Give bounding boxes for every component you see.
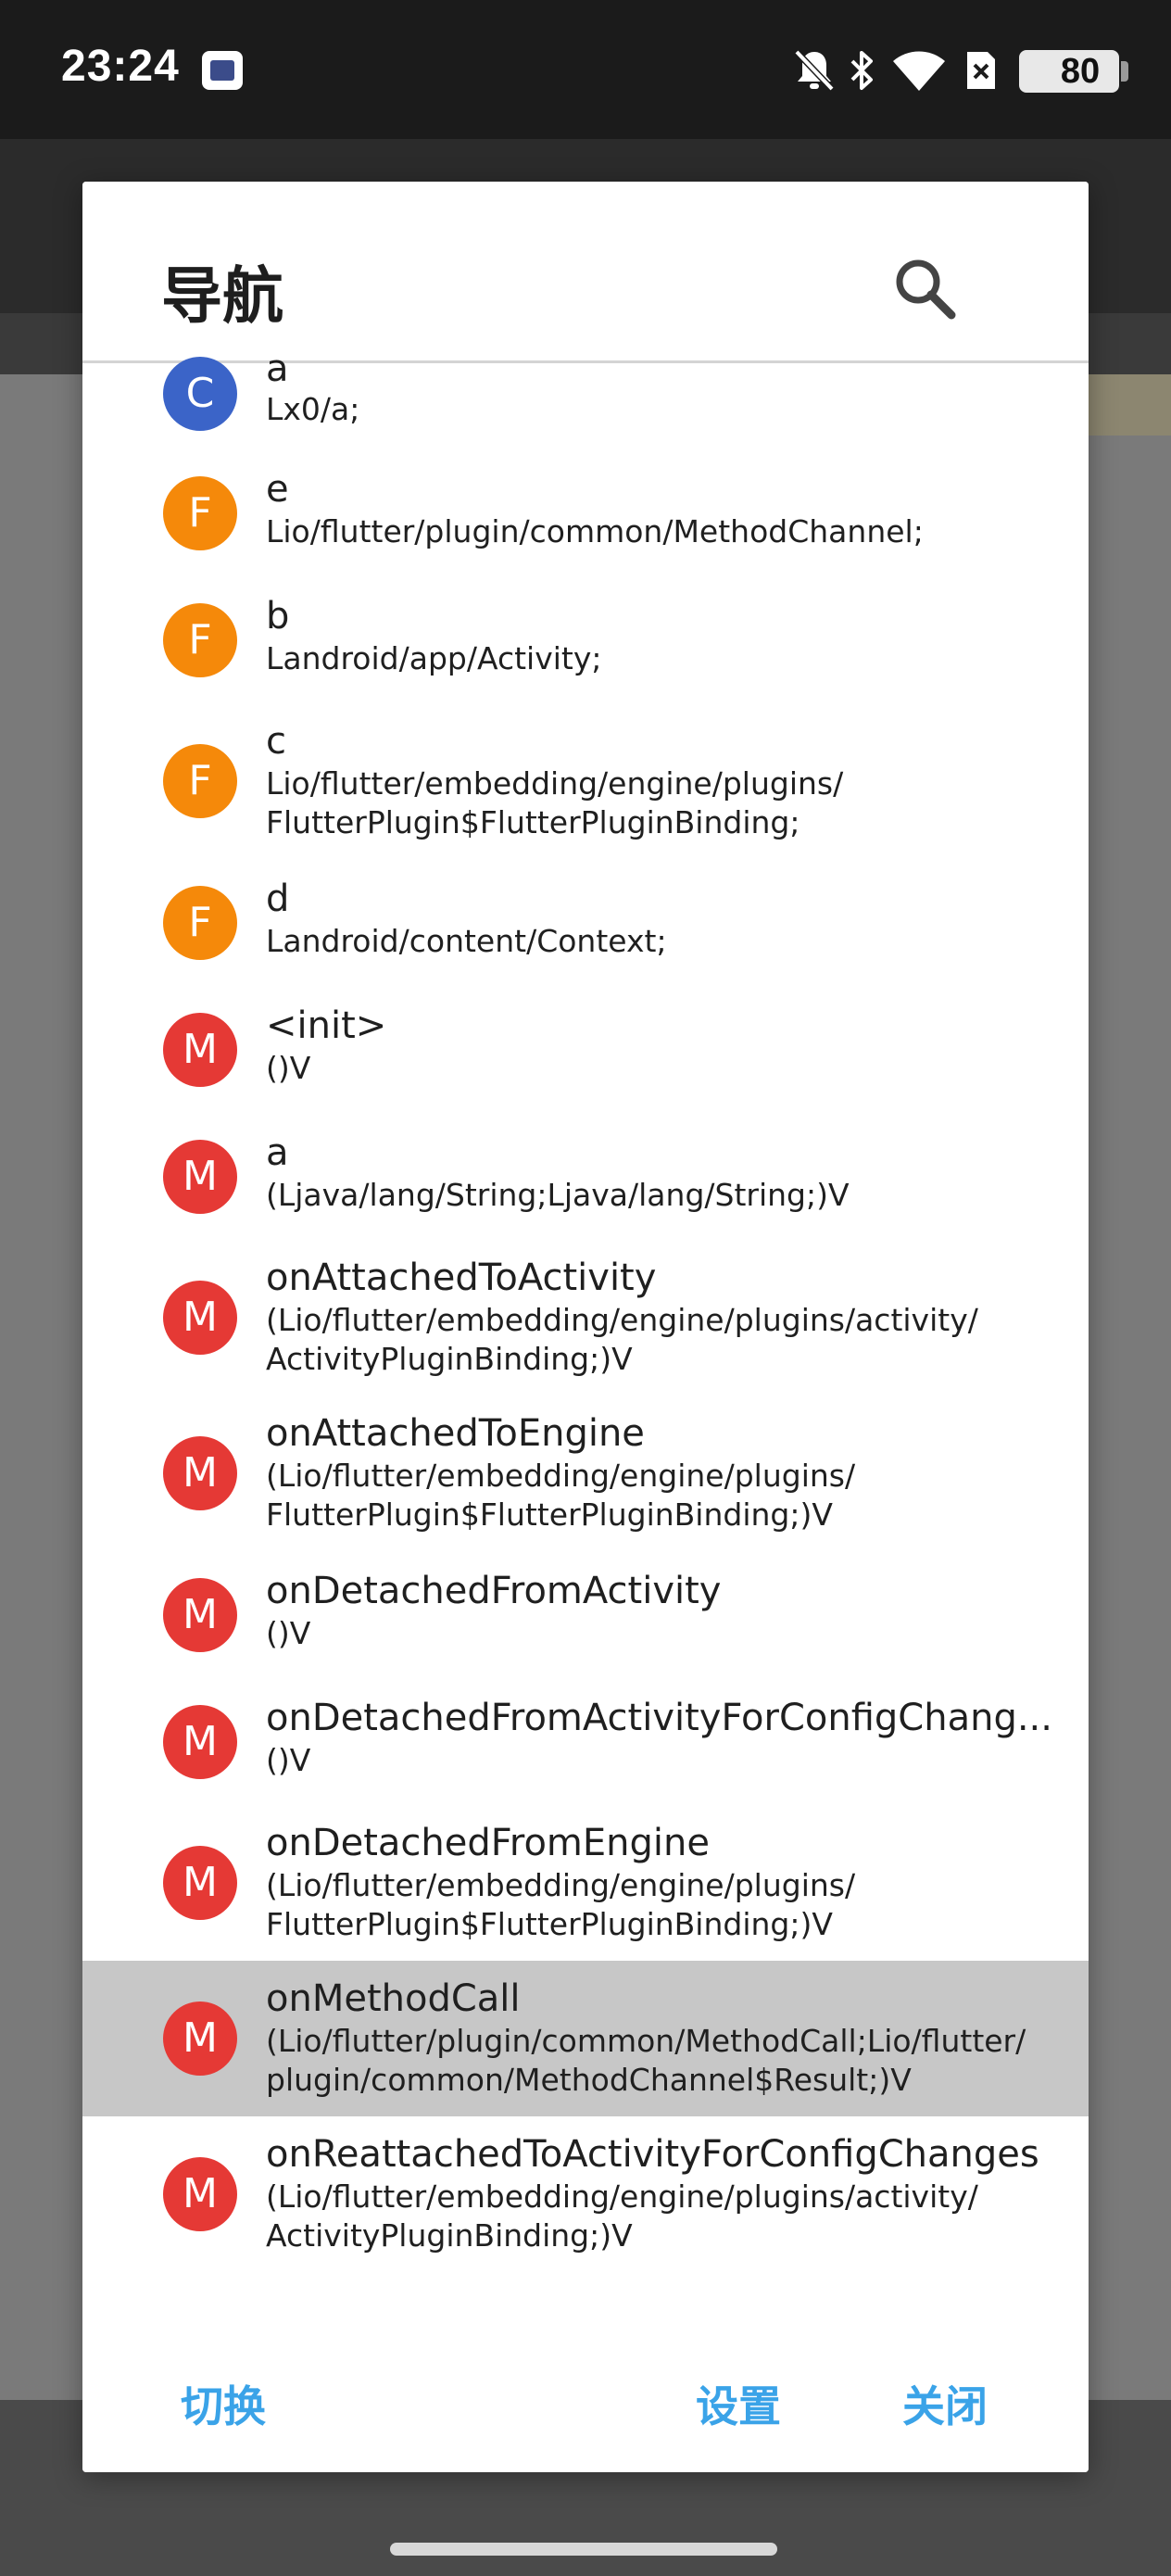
home-indicator[interactable] bbox=[390, 2543, 777, 2556]
item-signature: (Lio/flutter/embedding/engine/plugins/ F… bbox=[266, 1458, 856, 1533]
nav-item[interactable]: Fd Landroid/content/Context; bbox=[82, 859, 1089, 986]
battery-indicator: 80 bbox=[1019, 50, 1128, 93]
nav-item[interactable]: Fe Lio/flutter/plugin/common/MethodChanne… bbox=[82, 449, 1089, 576]
member-kind-m-icon: M bbox=[163, 1281, 237, 1355]
item-signature: (Lio/flutter/plugin/common/MethodCall;Li… bbox=[266, 2023, 1026, 2098]
item-name: <init> bbox=[266, 1004, 387, 1047]
member-kind-m-icon: M bbox=[163, 2157, 237, 2231]
sim-off-icon bbox=[967, 52, 995, 89]
nav-item[interactable]: MonAttachedToEngine (Lio/flutter/embeddin… bbox=[82, 1395, 1089, 1551]
nav-item[interactable]: Fb Landroid/app/Activity; bbox=[82, 576, 1089, 703]
nav-item[interactable]: Ma (Ljava/lang/String;Ljava/lang/String;)… bbox=[82, 1113, 1089, 1240]
item-name: c bbox=[266, 720, 286, 763]
item-signature: Landroid/content/Context; bbox=[266, 923, 667, 959]
navigation-dialog: 导航 Ca Lx0/a; Fe Lio/flutter/plugin/common/M… bbox=[82, 182, 1089, 2472]
nav-item[interactable]: MonDetachedFromActivity ()V bbox=[82, 1551, 1089, 1678]
status-bar: 23:24 80 bbox=[0, 0, 1171, 139]
member-kind-m-icon: M bbox=[163, 1846, 237, 1920]
item-signature: (Lio/flutter/embedding/engine/plugins/ac… bbox=[266, 2178, 978, 2254]
item-name: onDetachedFromActivityForConfigChang... bbox=[266, 1697, 1052, 1739]
item-name: onDetachedFromEngine bbox=[266, 1822, 710, 1864]
item-signature: ()V bbox=[266, 1615, 311, 1651]
member-kind-m-icon: M bbox=[163, 1578, 237, 1652]
mt-app-icon bbox=[202, 51, 243, 90]
member-kind-f-icon: F bbox=[163, 603, 237, 677]
member-kind-m-icon: M bbox=[163, 1705, 237, 1779]
status-time: 23:24 bbox=[61, 42, 180, 91]
dialog-actions: 切换 设置 关闭 bbox=[82, 2341, 1089, 2472]
nav-item[interactable]: MonAttachedToActivity (Lio/flutter/embedd… bbox=[82, 1240, 1089, 1395]
item-signature: (Lio/flutter/embedding/engine/plugins/ac… bbox=[266, 1302, 978, 1377]
nav-item[interactable]: M <init> ()V bbox=[82, 986, 1089, 1113]
item-name: onAttachedToActivity bbox=[266, 1256, 657, 1299]
member-kind-m-icon: M bbox=[163, 1140, 237, 1214]
navigation-list[interactable]: Ca Lx0/a; Fe Lio/flutter/plugin/common/Meth… bbox=[82, 347, 1089, 2425]
nav-item[interactable]: Ca Lx0/a; bbox=[82, 338, 1089, 449]
member-kind-f-icon: F bbox=[163, 886, 237, 960]
member-kind-m-icon: M bbox=[163, 1013, 237, 1087]
search-icon[interactable] bbox=[888, 252, 963, 326]
bell-off-icon bbox=[794, 49, 835, 92]
close-button[interactable]: 关闭 bbox=[902, 2341, 988, 2472]
member-kind-m-icon: M bbox=[163, 1436, 237, 1510]
item-signature: Landroid/app/Activity; bbox=[266, 640, 602, 676]
nav-item[interactable]: MonDetachedFromActivityForConfigChang...… bbox=[82, 1678, 1089, 1805]
background-highlight bbox=[1084, 374, 1171, 436]
bluetooth-icon bbox=[850, 51, 873, 90]
item-name: onDetachedFromActivity bbox=[266, 1570, 722, 1612]
item-signature: ()V bbox=[266, 1742, 311, 1778]
nav-item[interactable]: Fc Lio/flutter/embedding/engine/plugins/ … bbox=[82, 703, 1089, 859]
item-signature: (Ljava/lang/String;Ljava/lang/String;)V bbox=[266, 1177, 850, 1213]
item-signature: ()V bbox=[266, 1050, 311, 1086]
member-kind-f-icon: F bbox=[163, 744, 237, 818]
item-name: a bbox=[266, 1131, 289, 1174]
wifi-icon bbox=[893, 51, 945, 91]
member-kind-c-icon: C bbox=[163, 357, 237, 431]
item-name: b bbox=[266, 595, 290, 638]
dialog-title: 导航 bbox=[161, 260, 283, 332]
nav-item[interactable]: MonReattachedToActivityForConfigChanges(… bbox=[82, 2116, 1089, 2272]
item-signature: (Lio/flutter/embedding/engine/plugins/ F… bbox=[266, 1867, 856, 1942]
item-name: a bbox=[266, 347, 289, 390]
item-signature: Lio/flutter/embedding/engine/plugins/ Fl… bbox=[266, 765, 844, 840]
nav-item[interactable]: MonMethodCall (Lio/flutter/plugin/common/… bbox=[82, 1961, 1089, 2116]
settings-button[interactable]: 设置 bbox=[696, 2341, 781, 2472]
nav-item[interactable]: MonDetachedFromEngine (Lio/flutter/embedd… bbox=[82, 1805, 1089, 1961]
dialog-header: 导航 bbox=[82, 182, 1089, 363]
battery-level: 80 bbox=[1060, 52, 1101, 91]
item-name: onMethodCall bbox=[266, 1977, 521, 2020]
item-name: e bbox=[266, 468, 289, 511]
member-kind-m-icon: M bbox=[163, 2001, 237, 2076]
item-signature: Lx0/a; bbox=[266, 391, 360, 427]
member-kind-f-icon: F bbox=[163, 476, 237, 550]
switch-button[interactable]: 切换 bbox=[181, 2341, 266, 2472]
item-name: onReattachedToActivityForConfigChanges bbox=[266, 2133, 1039, 2176]
item-signature: Lio/flutter/plugin/common/MethodChannel; bbox=[266, 513, 924, 549]
item-name: onAttachedToEngine bbox=[266, 1412, 645, 1455]
item-name: d bbox=[266, 878, 290, 920]
